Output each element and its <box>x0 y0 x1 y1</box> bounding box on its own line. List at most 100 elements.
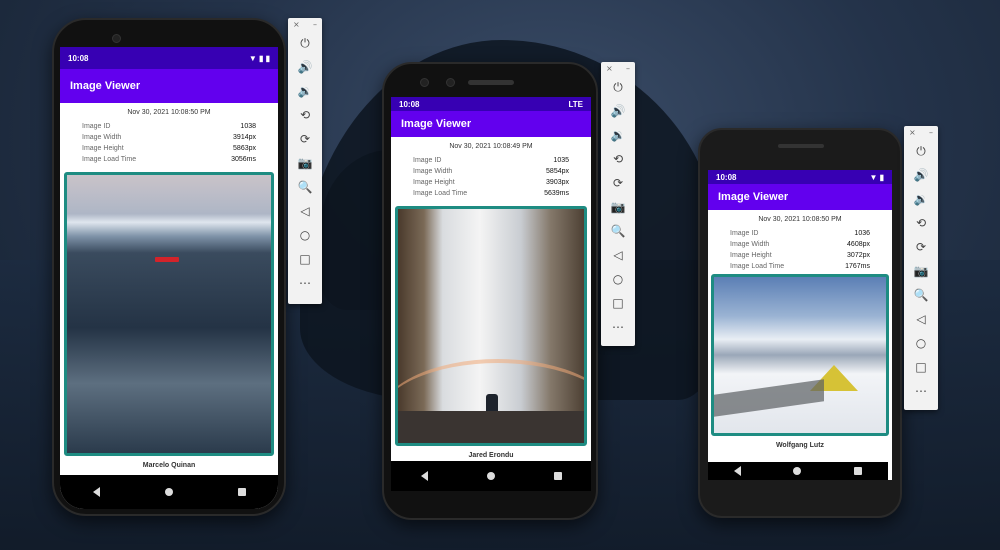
home-icon[interactable]: ○ <box>288 223 322 247</box>
info-row-load-time: Image Load Time 1767ms <box>730 263 870 270</box>
camera-icon[interactable]: 📷 <box>601 195 635 219</box>
front-camera-2 <box>446 78 455 87</box>
emulator-toolbar-3: × – ⏻ 🔊 🔉 ⟲ ⟳ 📷 🔍 ◁ ○ □ ⋯ <box>904 126 938 410</box>
status-time: 10:08 <box>68 53 89 63</box>
back-icon[interactable]: ◁ <box>601 243 635 267</box>
front-camera <box>112 34 121 43</box>
nav-home-button[interactable] <box>486 472 495 480</box>
app-bar: Image Viewer <box>391 111 591 137</box>
photo-image[interactable] <box>64 172 274 456</box>
home-icon[interactable]: ○ <box>601 267 635 291</box>
nav-bar <box>60 475 278 509</box>
photo-image[interactable] <box>711 274 889 436</box>
power-icon[interactable]: ⏻ <box>288 31 322 55</box>
volume-up-icon[interactable]: 🔊 <box>904 163 938 187</box>
more-icon[interactable]: ⋯ <box>904 379 938 403</box>
app-bar: Image Viewer <box>708 184 892 210</box>
status-icons: ▼ ▮ ▮ <box>248 53 270 63</box>
status-icons: ▼ ▮ <box>869 172 884 182</box>
rotate-left-icon[interactable]: ⟲ <box>288 103 322 127</box>
info-row-id: Image ID 1036 <box>730 230 870 237</box>
info-row-load-time: Image Load Time 3056ms <box>82 156 256 163</box>
image-info: Image ID 1035 Image Width 5854px Image Hei… <box>413 155 569 199</box>
status-time: 10:08 <box>716 172 737 182</box>
image-info: Image ID 1038 Image Width 3914px Image Hei… <box>82 121 256 165</box>
volume-down-icon[interactable]: 🔉 <box>904 187 938 211</box>
info-row-height: Image Height 3072px <box>730 252 870 259</box>
camera-icon[interactable]: 📷 <box>288 151 322 175</box>
nav-back-button[interactable] <box>734 466 742 476</box>
volume-down-icon[interactable]: 🔉 <box>601 123 635 147</box>
phone-2-screen: 10:08 LTE Image Viewer Nov 30, 2021 10:0… <box>391 97 591 491</box>
info-row-id: Image ID 1035 <box>413 157 569 164</box>
info-row-width: Image Width 3914px <box>82 134 256 141</box>
minimize-icon[interactable]: – <box>313 20 317 29</box>
phone-1-screen: 10:08 ▼ ▮ ▮ Image Viewer Nov 30, 2021 10… <box>60 47 278 509</box>
status-network: LTE <box>568 99 583 109</box>
zoom-icon[interactable]: 🔍 <box>601 219 635 243</box>
info-row-load-time: Image Load Time 5639ms <box>413 190 569 197</box>
nav-back-button[interactable] <box>420 471 428 481</box>
photo-author: Wolfgang Lutz <box>775 442 825 449</box>
nav-home-button[interactable] <box>793 467 802 475</box>
nav-bar <box>391 461 591 491</box>
phone-3: 10:08 ▼ ▮ Image Viewer Nov 30, 2021 10:0… <box>698 128 902 518</box>
status-bar: 10:08 ▼ ▮ ▮ <box>60 47 278 69</box>
info-row-height: Image Height 5863px <box>82 145 256 152</box>
power-icon[interactable]: ⏻ <box>601 75 635 99</box>
status-time: 10:08 <box>399 99 420 109</box>
more-icon[interactable]: ⋯ <box>601 315 635 339</box>
photo-image[interactable] <box>395 206 587 446</box>
photo-author: Marcelo Quinan <box>142 462 196 469</box>
zoom-icon[interactable]: 🔍 <box>904 283 938 307</box>
zoom-icon[interactable]: 🔍 <box>288 175 322 199</box>
info-row-width: Image Width 5854px <box>413 168 569 175</box>
toolbar-window-controls: × – <box>288 18 322 31</box>
nav-home-button[interactable] <box>164 488 173 496</box>
volume-up-icon[interactable]: 🔊 <box>288 55 322 79</box>
overview-icon[interactable]: □ <box>601 291 635 315</box>
info-row-height: Image Height 3903px <box>413 179 569 186</box>
rotate-left-icon[interactable]: ⟲ <box>601 147 635 171</box>
app-title: Image Viewer <box>718 191 789 203</box>
nav-recents-button[interactable] <box>237 488 246 496</box>
nav-recents-button[interactable] <box>853 467 862 475</box>
app-title: Image Viewer <box>401 118 472 130</box>
toolbar-window-controls: × – <box>904 126 938 139</box>
app-bar: Image Viewer <box>60 69 278 103</box>
back-icon[interactable]: ◁ <box>288 199 322 223</box>
rotate-right-icon[interactable]: ⟳ <box>904 235 938 259</box>
front-camera <box>420 78 429 87</box>
more-icon[interactable]: ⋯ <box>288 271 322 295</box>
rotate-right-icon[interactable]: ⟳ <box>601 171 635 195</box>
boat <box>155 257 179 262</box>
camera-icon[interactable]: 📷 <box>904 259 938 283</box>
home-icon[interactable]: ○ <box>904 331 938 355</box>
timestamp: Nov 30, 2021 10:08:50 PM <box>758 216 842 223</box>
minimize-icon[interactable]: – <box>626 64 630 73</box>
close-icon[interactable]: × <box>909 128 916 137</box>
overview-icon[interactable]: □ <box>904 355 938 379</box>
emulator-toolbar-2: × – ⏻ 🔊 🔉 ⟲ ⟳ 📷 🔍 ◁ ○ □ ⋯ <box>601 62 635 346</box>
rock-wall <box>714 379 824 417</box>
close-icon[interactable]: × <box>293 20 300 29</box>
toolbar-window-controls: × – <box>601 62 635 75</box>
phone-3-screen: 10:08 ▼ ▮ Image Viewer Nov 30, 2021 10:0… <box>708 170 892 480</box>
emulator-toolbar-1: × – ⏻ 🔊 🔉 ⟲ ⟳ 📷 🔍 ◁ ○ □ ⋯ <box>288 18 322 304</box>
minimize-icon[interactable]: – <box>929 128 933 137</box>
overview-icon[interactable]: □ <box>288 247 322 271</box>
status-bar: 10:08 ▼ ▮ <box>708 170 892 184</box>
rotate-left-icon[interactable]: ⟲ <box>904 211 938 235</box>
rotate-right-icon[interactable]: ⟳ <box>288 127 322 151</box>
nav-recents-button[interactable] <box>553 472 562 480</box>
app-title: Image Viewer <box>70 80 141 92</box>
volume-down-icon[interactable]: 🔉 <box>288 79 322 103</box>
ground <box>398 411 584 443</box>
info-row-id: Image ID 1038 <box>82 123 256 130</box>
nav-back-button[interactable] <box>92 487 100 497</box>
close-icon[interactable]: × <box>606 64 613 73</box>
volume-up-icon[interactable]: 🔊 <box>601 99 635 123</box>
power-icon[interactable]: ⏻ <box>904 139 938 163</box>
back-icon[interactable]: ◁ <box>904 307 938 331</box>
nav-bar <box>708 462 888 480</box>
